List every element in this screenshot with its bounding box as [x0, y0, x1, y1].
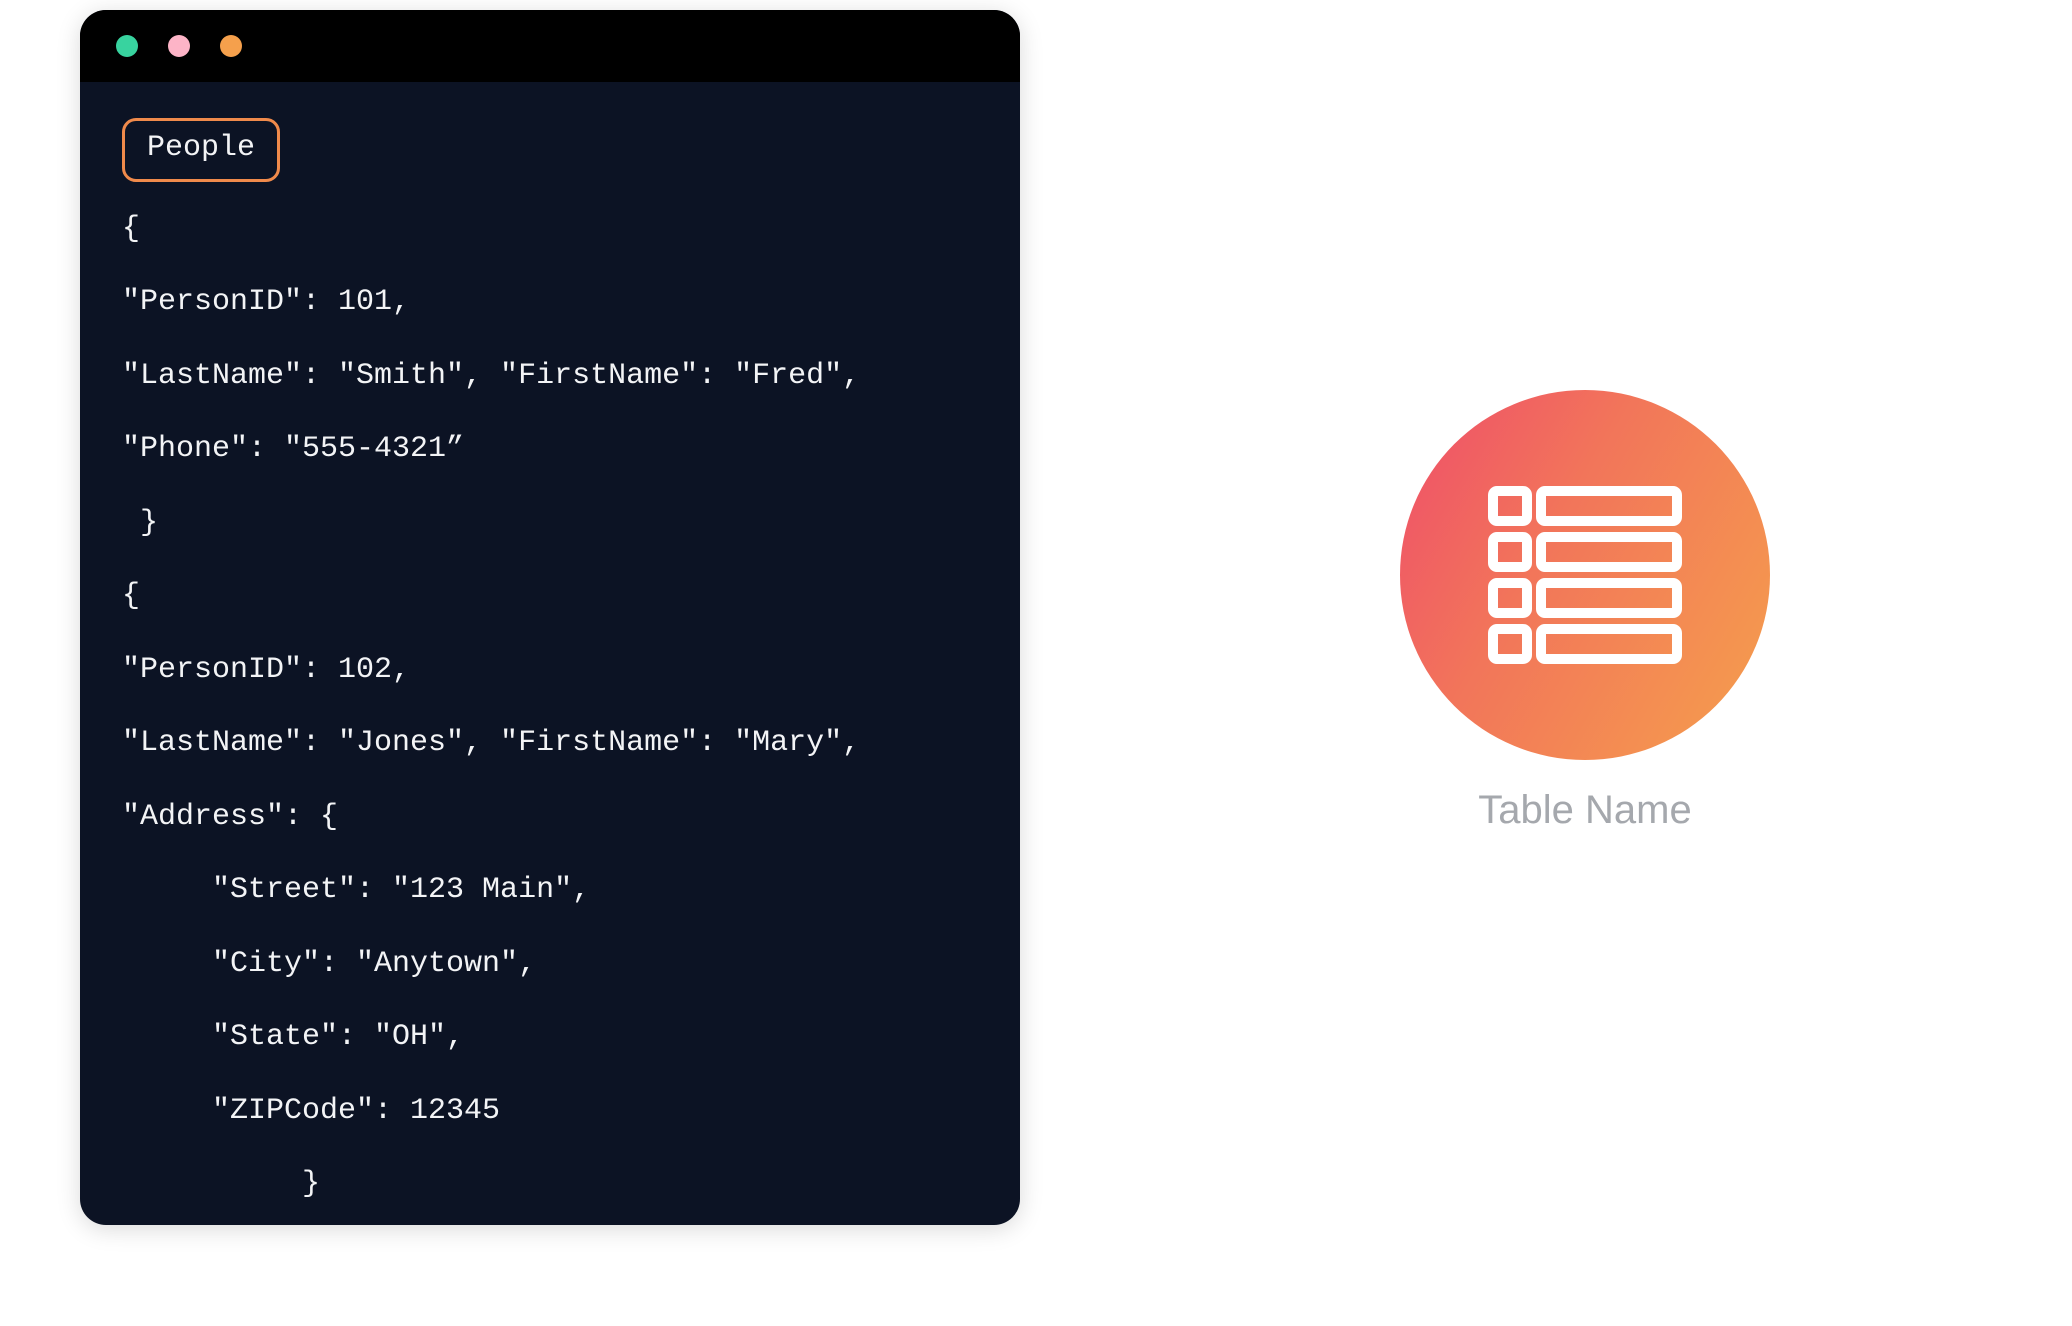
code-line: { — [122, 575, 978, 619]
table-icon — [1487, 485, 1683, 665]
legend: Table Name — [1400, 390, 1770, 833]
code-line: "State": "OH", — [122, 1016, 978, 1060]
traffic-light-zoom-icon[interactable] — [220, 35, 242, 57]
code-window: People { "PersonID": 101, "LastName": "S… — [80, 10, 1020, 1225]
code-line: } — [122, 1163, 978, 1207]
code-line: "Address": { — [122, 796, 978, 840]
window-titlebar — [80, 10, 1020, 82]
code-line: "Phone": "555-4321” — [122, 428, 978, 472]
code-line: "City": "Anytown", — [122, 943, 978, 987]
code-line: "LastName": "Jones", "FirstName": "Mary"… — [122, 722, 978, 766]
code-line: } — [122, 502, 978, 546]
code-line: "ZIPCode": 12345 — [122, 1090, 978, 1134]
code-line: "PersonID": 101, — [122, 281, 978, 325]
code-body: People { "PersonID": 101, "LastName": "S… — [80, 82, 1020, 1225]
table-name: People — [147, 131, 255, 165]
legend-circle — [1400, 390, 1770, 760]
code-line: "LastName": "Smith", "FirstName": "Fred"… — [122, 355, 978, 399]
traffic-light-close-icon[interactable] — [116, 35, 138, 57]
code-line: "PersonID": 102, — [122, 649, 978, 693]
legend-label: Table Name — [1478, 788, 1691, 833]
code-line: "Street": "123 Main", — [122, 869, 978, 913]
traffic-light-minimize-icon[interactable] — [168, 35, 190, 57]
table-name-highlight: People — [122, 118, 280, 182]
code-line: { — [122, 208, 978, 252]
